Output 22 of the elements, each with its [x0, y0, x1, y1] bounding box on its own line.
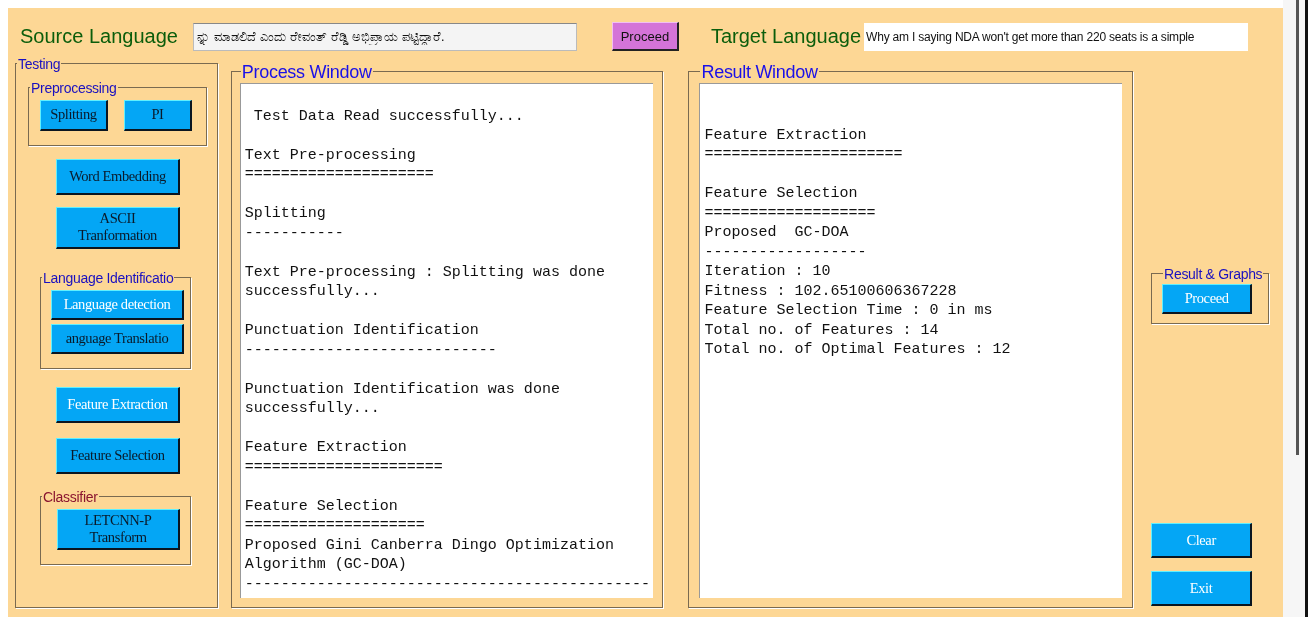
source-language-label: Source Language: [20, 25, 178, 49]
action-button[interactable]: Splitting: [40, 99, 108, 131]
action-button[interactable]: PI: [124, 99, 192, 131]
target-language-label: Target Language: [710, 25, 862, 49]
target-text-field[interactable]: Why am I saying NDA won't get more than 220 seats is a simple: [864, 22, 1249, 51]
source-text-field[interactable]: ನ್ನು ಮಾಡಲಿದೆ ಎಂದು ರೇವಂತ್ ರೆಡ್ಡಿ ಅಭಿಪ್ರಾಯ ಪಟ್ಟಿದ್ದಾರೆ.: [192, 22, 577, 51]
group-title: Preprocessing: [30, 80, 118, 95]
action-button[interactable]: ASCII Tranformation: [56, 206, 180, 249]
panel-title: Process Window: [240, 62, 373, 81]
process-log: Test Data Read successfully... Text Pre-processing ===================== Splitting ----------- Text Pre-processing : Splitting was done successfully... Punctuation Identification ---------------------------- Punctuation Identification was done successfully... Feature Extraction ====================== Feature Selection ==================== Proposed Gini Canberra Dingo Optimization Algorithm (GC-DOA) ---------------------------------------------: [239, 82, 654, 598]
action-button[interactable]: Word Embedding: [56, 158, 180, 195]
action-button[interactable]: anguage Translatio: [51, 323, 184, 354]
action-button[interactable]: LETCNN-P Transform: [57, 508, 180, 550]
group-title: Result & Graphs: [1163, 266, 1264, 281]
group-title: Classifier: [42, 489, 99, 504]
panel-title: Result Window: [700, 62, 819, 81]
panel-title: Testing: [17, 56, 62, 71]
action-button[interactable]: Feature Selection: [56, 437, 180, 474]
group-title: Language Identificatio: [42, 270, 175, 285]
proceed-button[interactable]: Proceed: [611, 22, 679, 52]
scrollbar[interactable]: [1296, 0, 1299, 455]
result-log: Feature Extraction ====================== Feature Selection =================== Proposed GC-DOA ------------------ Iteration : 10 Fitness : 102.65100606367228 Feature Selection Time : 0 in ms Total no. of Features : 14 Total no. of Optimal Features : 12: [699, 82, 1123, 598]
